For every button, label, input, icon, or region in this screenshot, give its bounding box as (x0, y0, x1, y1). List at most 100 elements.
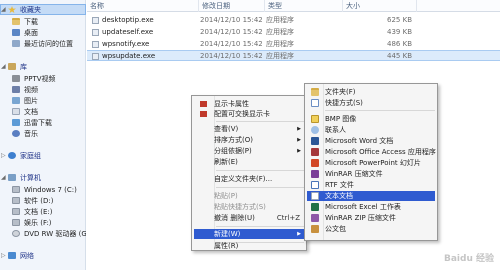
nav-network[interactable]: ▷ 网络 (0, 250, 86, 261)
new-item-access[interactable]: Microsoft Office Access 应用程序 (307, 147, 436, 157)
new-submenu: 文件夹(F) 快捷方式(S) BMP 图像 联系人 Microsoft Word… (304, 83, 438, 241)
nav-item-downloads[interactable]: 下载 (0, 16, 86, 27)
collapse-arrow-icon[interactable]: ◢ (1, 63, 8, 70)
menu-item-view[interactable]: 查看(V) ▶ (194, 124, 304, 134)
nav-item-drive-d[interactable]: 软件 (D:) (0, 195, 86, 206)
file-type: 应用程序 (266, 40, 294, 48)
new-item-bmp[interactable]: BMP 图像 (307, 114, 435, 124)
submenu-label: Microsoft PowerPoint 幻灯片 (325, 159, 421, 167)
menu-label: 粘贴(P) (214, 192, 238, 200)
nav-item-pptv[interactable]: PPTV视频 (0, 73, 86, 84)
new-item-contact[interactable]: 联系人 (307, 125, 435, 135)
nav-label: 娱乐 (F:) (24, 218, 52, 227)
file-date: 2014/12/10 15:42 (200, 16, 263, 24)
drive-icon (12, 219, 20, 226)
submenu-label: 文本文档 (325, 192, 353, 200)
nav-label: 软件 (D:) (24, 196, 54, 205)
file-row[interactable]: wpsupdate.exe 2014/12/10 15:42 应用程序 445 … (87, 50, 500, 61)
nav-item-xunlei[interactable]: 迅雷下载 (0, 117, 86, 128)
nav-item-video[interactable]: 视频 (0, 84, 86, 95)
submenu-label: Microsoft Office Access 应用程序 (325, 148, 436, 156)
recent-places-icon (12, 40, 20, 47)
menu-label: 属性(R) (214, 242, 239, 250)
new-item-shortcut[interactable]: 快捷方式(S) (307, 98, 435, 108)
menu-item-display-card-properties[interactable]: 显示卡属性 (194, 99, 304, 109)
collapse-arrow-icon[interactable]: ◢ (1, 174, 8, 181)
nav-homegroup[interactable]: ▷ 家庭组 (0, 150, 86, 161)
new-item-briefcase[interactable]: 公文包 (307, 224, 435, 234)
new-item-folder[interactable]: 文件夹(F) (307, 87, 435, 97)
rtf-icon (311, 181, 319, 189)
menu-item-new[interactable]: 新建(W) ▶ (194, 229, 304, 239)
menu-item-paste[interactable]: 粘贴(P) (194, 191, 304, 201)
menu-item-group-by[interactable]: 分组依据(P) ▶ (194, 146, 304, 156)
new-item-word[interactable]: Microsoft Word 文档 (307, 136, 435, 146)
submenu-arrow-icon: ▶ (297, 126, 301, 132)
nav-label: 音乐 (24, 129, 38, 138)
column-header-date[interactable]: 修改日期 (199, 0, 265, 12)
winrar-zip-icon (311, 214, 319, 222)
submenu-label: Microsoft Excel 工作表 (325, 203, 401, 211)
exe-file-icon (92, 29, 99, 36)
word-icon (311, 137, 319, 145)
nav-item-documents[interactable]: 文档 (0, 106, 86, 117)
nav-item-drive-f[interactable]: 娱乐 (F:) (0, 217, 86, 228)
new-item-text-document[interactable]: 文本文档 (307, 191, 435, 201)
powerpoint-icon (311, 159, 319, 167)
new-item-excel[interactable]: Microsoft Excel 工作表 (307, 202, 435, 212)
picture-icon (12, 97, 20, 104)
nav-item-dvd-g[interactable]: DVD RW 驱动器 (G:) (0, 228, 86, 239)
menu-item-customize-folder[interactable]: 自定义文件夹(F)... (194, 174, 304, 184)
navigation-pane: ◢ 收藏夹 下载 桌面 最近访问的位置 ◢ 库 PPTV视频 视频 图片 文档 … (0, 0, 86, 270)
nav-label: PPTV视频 (24, 74, 56, 83)
menu-item-properties[interactable]: 属性(R) (194, 241, 304, 251)
nav-item-drive-c[interactable]: Windows 7 (C:) (0, 184, 86, 195)
menu-separator (216, 226, 304, 227)
nav-favorites[interactable]: ◢ 收藏夹 (0, 4, 86, 15)
nav-label: 桌面 (24, 28, 38, 37)
nav-item-pictures[interactable]: 图片 (0, 95, 86, 106)
menu-label: 分组依据(P) (214, 147, 252, 155)
column-header-size[interactable]: 大小 (343, 0, 417, 12)
file-row[interactable]: updateself.exe 2014/12/10 15:42 应用程序 439… (87, 27, 500, 38)
expand-arrow-icon[interactable]: ▷ (1, 252, 8, 259)
submenu-label: WinRAR 压缩文件 (325, 170, 383, 178)
new-item-winrar[interactable]: WinRAR 压缩文件 (307, 169, 435, 179)
nav-label: 文档 (24, 107, 38, 116)
nav-label: 下载 (24, 17, 38, 26)
nav-item-desktop[interactable]: 桌面 (0, 27, 86, 38)
nav-item-recent-places[interactable]: 最近访问的位置 (0, 38, 86, 49)
file-row[interactable]: desktoptip.exe 2014/12/10 15:42 应用程序 625… (87, 15, 500, 26)
collapse-arrow-icon[interactable]: ◢ (1, 6, 8, 13)
menu-label: 自定义文件夹(F)... (214, 175, 273, 183)
new-item-rtf[interactable]: RTF 文件 (307, 180, 435, 190)
library-icon (8, 63, 16, 70)
winrar-icon (311, 170, 319, 178)
menu-item-switchable-graphics[interactable]: 配置可交换显示卡 (194, 109, 304, 119)
column-header-type[interactable]: 类型 (265, 0, 343, 12)
menu-label: 撤消 删除(U) (214, 214, 255, 222)
menu-item-undo-delete[interactable]: 撤消 删除(U) Ctrl+Z (194, 213, 304, 223)
new-item-winrar-zip[interactable]: WinRAR ZIP 压缩文件 (307, 213, 435, 223)
menu-separator (216, 187, 304, 188)
nav-item-music[interactable]: 音乐 (0, 128, 86, 139)
nav-computer[interactable]: ◢ 计算机 (0, 172, 86, 183)
drive-icon (12, 208, 20, 215)
menu-item-paste-shortcut[interactable]: 粘贴快捷方式(S) (194, 202, 304, 212)
nav-label: 文档 (E:) (24, 207, 53, 216)
amd-icon (200, 101, 207, 107)
submenu-label: Microsoft Word 文档 (325, 137, 394, 145)
menu-item-sort-by[interactable]: 排序方式(O) ▶ (194, 135, 304, 145)
contact-icon (311, 126, 319, 134)
menu-item-refresh[interactable]: 刷新(E) (194, 157, 304, 167)
nav-label: 收藏夹 (20, 5, 41, 14)
file-row[interactable]: wpsnotify.exe 2014/12/10 15:42 应用程序 486 … (87, 39, 500, 50)
xunlei-download-icon (12, 119, 20, 126)
expand-arrow-icon[interactable]: ▷ (1, 152, 8, 159)
nav-item-drive-e[interactable]: 文档 (E:) (0, 206, 86, 217)
new-item-powerpoint[interactable]: Microsoft PowerPoint 幻灯片 (307, 158, 435, 168)
nav-label: Windows 7 (C:) (24, 185, 77, 194)
nav-label: 网络 (20, 251, 34, 260)
nav-libraries[interactable]: ◢ 库 (0, 61, 86, 72)
column-header-name[interactable]: 名称 (87, 0, 199, 12)
